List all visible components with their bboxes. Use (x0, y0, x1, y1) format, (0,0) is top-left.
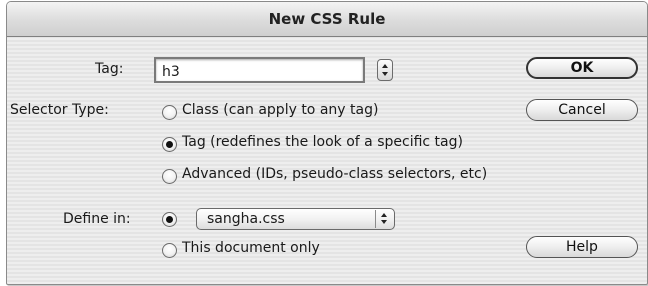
radio-advanced[interactable] (162, 169, 177, 184)
title-bar[interactable]: New CSS Rule (7, 2, 647, 37)
cancel-button[interactable]: Cancel (526, 99, 638, 121)
dialog-title: New CSS Rule (268, 10, 386, 28)
help-button[interactable]: Help (526, 236, 638, 258)
stylesheet-popup-value: sangha.css (207, 211, 285, 227)
tag-popup-stepper[interactable] (377, 59, 393, 81)
radio-document-only-label[interactable]: This document only (182, 240, 320, 256)
chevron-down-icon (382, 72, 388, 76)
radio-advanced-label[interactable]: Advanced (IDs, pseudo-class selectors, e… (182, 166, 487, 182)
chevron-up-icon (382, 64, 388, 68)
stylesheet-popup[interactable]: sangha.css (196, 208, 395, 230)
radio-tag-label[interactable]: Tag (redefines the look of a specific ta… (182, 134, 463, 150)
popup-arrows-icon (375, 210, 392, 228)
radio-class[interactable] (162, 105, 177, 120)
tag-input[interactable]: h3 (154, 57, 365, 83)
dialog-window: New CSS Rule Tag: h3 OK Cancel Selector … (6, 1, 648, 285)
tag-label: Tag: (95, 61, 124, 77)
radio-stylesheet[interactable] (162, 212, 177, 227)
radio-tag[interactable] (162, 137, 177, 152)
radio-class-label[interactable]: Class (can apply to any tag) (182, 102, 378, 118)
radio-document-only[interactable] (162, 243, 177, 258)
define-in-label: Define in: (63, 211, 131, 227)
selector-type-label: Selector Type: (10, 102, 109, 118)
ok-button[interactable]: OK (526, 57, 638, 79)
